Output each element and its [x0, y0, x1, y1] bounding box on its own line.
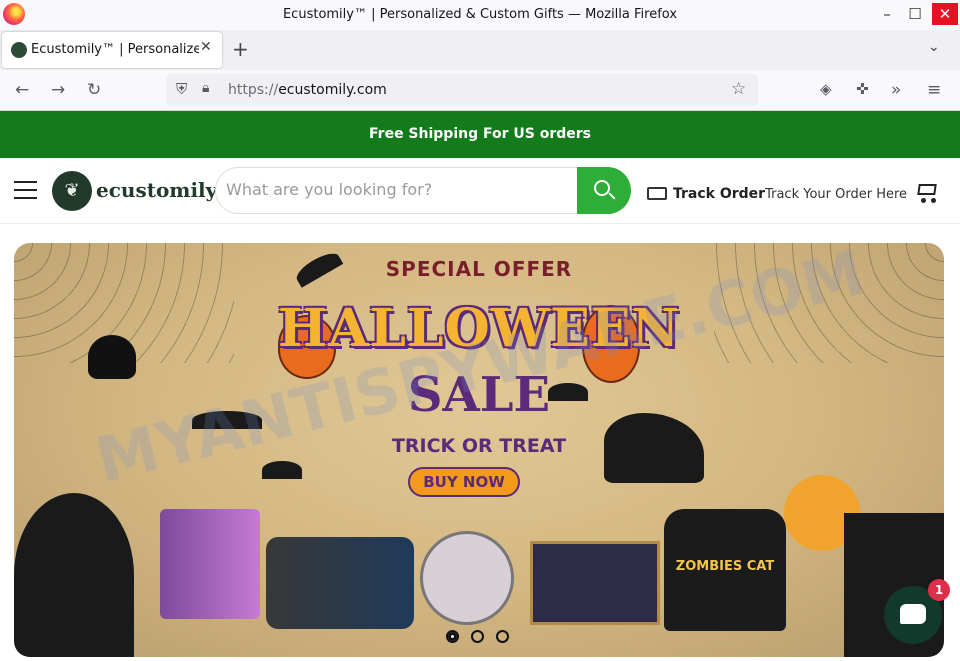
list-all-tabs-button[interactable]: ⌄ — [928, 39, 940, 55]
carousel-dot-2[interactable] — [471, 630, 484, 643]
chat-unread-badge: 1 — [928, 579, 950, 601]
carousel-dots — [446, 628, 521, 647]
bat-decoration — [548, 383, 588, 401]
search-button[interactable] — [577, 167, 631, 214]
back-button[interactable]: ← — [15, 80, 29, 100]
lock-icon[interactable]: 🔒︎ — [202, 80, 209, 96]
product-tumbler — [160, 509, 260, 619]
chat-bubble-icon — [900, 604, 926, 624]
cart-icon[interactable] — [914, 180, 938, 203]
bat-decoration — [192, 411, 262, 429]
witch-silhouette — [604, 413, 704, 483]
bookmark-star-icon[interactable]: ☆ — [731, 79, 746, 99]
window-title: Ecustomily™ | Personalized & Custom Gift… — [282, 7, 678, 22]
more-tools-icon[interactable]: » — [891, 80, 901, 100]
halloween-sale-banner[interactable]: SPECIAL OFFER HALLOWEEN SALE TRICK OR TR… — [14, 243, 944, 657]
search-bar — [215, 167, 631, 214]
banner-tagline: TRICK OR TREAT — [391, 435, 567, 457]
close-tab-icon[interactable]: ✕ — [200, 39, 212, 55]
carousel-dot-3[interactable] — [496, 630, 509, 643]
tree-silhouette — [14, 493, 134, 657]
shield-icon[interactable]: ⛨ — [176, 80, 187, 98]
hamburger-menu-icon[interactable] — [14, 181, 37, 199]
witch-hat-decoration — [88, 335, 136, 379]
pocket-icon[interactable]: ◈ — [820, 80, 832, 98]
track-order-title: Track Order — [673, 186, 766, 202]
product-pillow — [266, 537, 414, 629]
app-menu-icon[interactable]: ≡ — [927, 80, 941, 100]
chat-widget-button[interactable]: 1 — [884, 579, 950, 644]
deer-logo-icon[interactable]: ❦ — [52, 171, 92, 211]
site-logo-text[interactable]: ecustomily — [96, 178, 217, 202]
announcement-bar: Free Shipping For US orders — [0, 111, 960, 158]
track-order-subtitle: Track Your Order Here — [765, 187, 908, 202]
reload-button[interactable]: ↻ — [87, 80, 101, 100]
carousel-dot-1[interactable] — [446, 630, 459, 643]
truck-icon — [647, 187, 667, 200]
track-order-link[interactable]: Track OrderTrack Your Order Here — [647, 186, 907, 202]
banner-sale: SALE — [407, 367, 551, 423]
product-tshirt: ZOMBIES CAT — [664, 509, 786, 631]
tab-ecustomily[interactable]: Ecustomily™ | Personalized & Custom Gift… — [2, 32, 222, 68]
search-input[interactable] — [226, 180, 566, 199]
product-ornament — [420, 531, 514, 625]
url-text[interactable]: https://ecustomily.com — [228, 82, 387, 98]
address-bar[interactable]: ⛨ 🔒︎ https://ecustomily.com ☆ — [166, 74, 758, 106]
site-favicon-icon — [11, 42, 27, 58]
banner-special-offer: SPECIAL OFFER — [385, 257, 573, 281]
tab-strip: Ecustomily™ | Personalized & Custom Gift… — [0, 30, 960, 70]
buy-now-button[interactable]: BUY NOW — [408, 467, 520, 497]
site-header: ❦ ecustomily Track OrderTrack Your Order… — [0, 158, 960, 224]
maximize-button[interactable]: ☐ — [902, 3, 928, 25]
forward-button[interactable]: → — [51, 80, 65, 100]
close-window-button[interactable]: ✕ — [932, 3, 958, 25]
banner-headline: HALLOWEEN — [277, 298, 681, 359]
navigation-toolbar: ← → ↻ ⛨ 🔒︎ https://ecustomily.com ☆ ◈ ✜ … — [0, 70, 960, 111]
tshirt-print-text: ZOMBIES CAT — [675, 559, 775, 574]
new-tab-button[interactable]: + — [232, 37, 249, 61]
minimize-button[interactable]: – — [874, 3, 900, 25]
bat-decoration — [262, 461, 302, 479]
extensions-puzzle-icon[interactable]: ✜ — [856, 80, 869, 98]
window-titlebar: Ecustomily™ | Personalized & Custom Gift… — [0, 0, 960, 30]
tab-title: Ecustomily™ | Personalized & Custom Gift… — [31, 42, 199, 57]
product-sign — [530, 541, 660, 625]
